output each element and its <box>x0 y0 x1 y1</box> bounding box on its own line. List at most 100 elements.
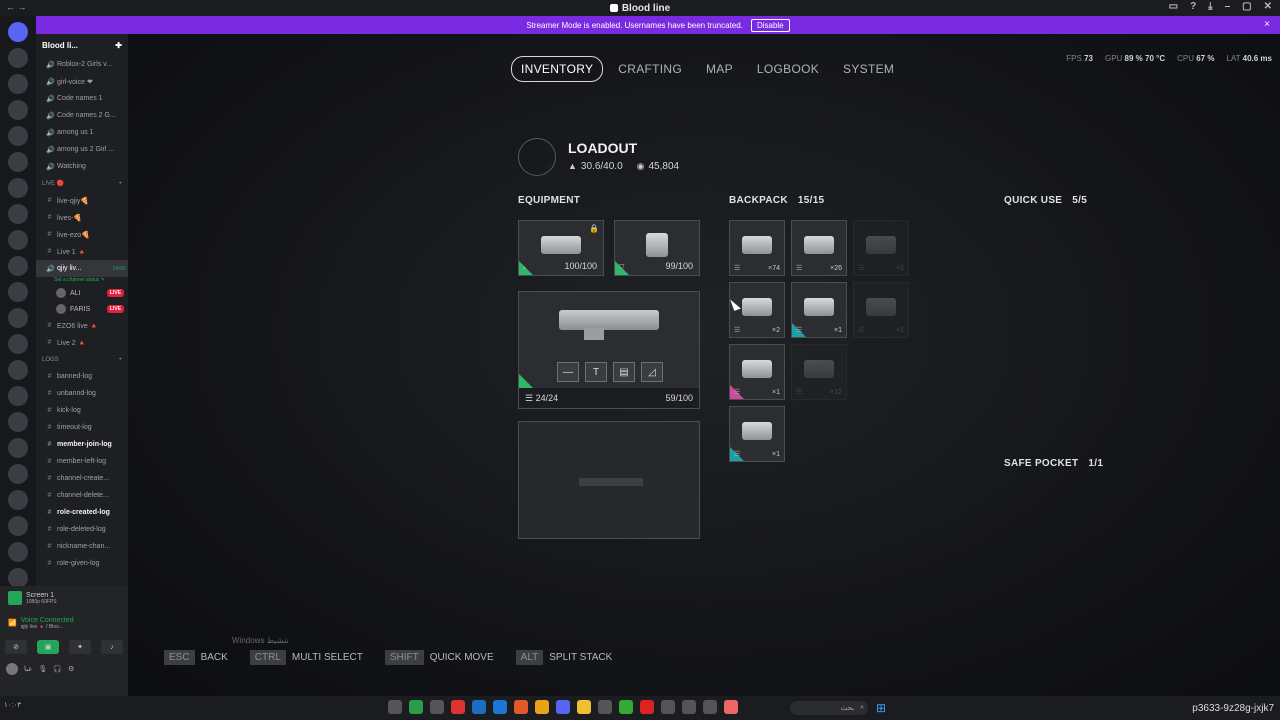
shield-slot[interactable]: 🔒 ◐ 100/100 <box>518 220 604 276</box>
server-icon[interactable] <box>8 126 28 146</box>
text-channel[interactable]: # Live 1 🔺 <box>36 243 128 260</box>
app-icon[interactable] <box>682 700 696 714</box>
backpack-slot[interactable]: ☰ ×12 <box>791 344 847 400</box>
activities-icon[interactable]: ✦ <box>69 640 91 654</box>
augment-slot[interactable]: ⛉ 99/100 <box>614 220 700 276</box>
app-icon[interactable] <box>430 700 444 714</box>
voice-channel[interactable]: 🔊 Roblox-2 Girls v... <box>36 56 128 73</box>
channel-status[interactable]: Set a channel status ✎ <box>36 277 128 285</box>
text-channel[interactable]: # channel-create... <box>36 470 128 487</box>
download-icon[interactable]: ⤓ <box>1208 1 1212 12</box>
weapon-slot[interactable]: — T ▤ ◿ ☰ 24/24 59/100 <box>518 291 700 409</box>
tab-inventory[interactable]: INVENTORY <box>511 56 604 82</box>
voice-channel[interactable]: 🔊 Watching <box>36 158 128 175</box>
server-icon[interactable] <box>8 542 28 562</box>
underbarrel-attachment-slot[interactable]: T <box>585 362 607 382</box>
muzzle-attachment-slot[interactable]: — <box>557 362 579 382</box>
minimize-button[interactable]: – <box>1225 1 1231 12</box>
app-icon[interactable] <box>556 700 570 714</box>
text-channel[interactable]: # unbannd-log <box>36 385 128 402</box>
server-icon[interactable] <box>8 282 28 302</box>
server-icon[interactable] <box>8 516 28 536</box>
tab-logbook[interactable]: LOGBOOK <box>748 57 828 81</box>
server-icon[interactable] <box>8 334 28 354</box>
app-icon[interactable] <box>514 700 528 714</box>
voice-status[interactable]: 📶 Voice Connected qjiy live 🔺 / Bloo... <box>0 610 128 636</box>
text-channel[interactable]: # nickname-chan... <box>36 538 128 555</box>
voice-channel[interactable]: 🔊 girl-voice ❤ <box>36 73 128 90</box>
stock-attachment-slot[interactable]: ◿ <box>641 362 663 382</box>
loadout-portrait[interactable] <box>518 138 556 176</box>
avatar[interactable] <box>6 663 18 675</box>
text-channel[interactable]: # member-join-log <box>36 436 128 453</box>
server-icon[interactable] <box>8 204 28 224</box>
voice-channel[interactable]: 🔊 among us 1 <box>36 124 128 141</box>
text-channel[interactable]: # role-created-log <box>36 504 128 521</box>
inbox-icon[interactable]: ▭ <box>1169 1 1178 12</box>
category-live[interactable]: LIVE 🔴 + <box>36 175 128 192</box>
server-icon[interactable] <box>8 360 28 380</box>
invite-icon[interactable]: ✚ <box>115 41 122 50</box>
server-icon[interactable] <box>8 568 28 588</box>
soundboard-icon[interactable]: ♪ <box>101 640 123 654</box>
server-icon[interactable] <box>8 438 28 458</box>
text-channel[interactable]: # kick-log <box>36 402 128 419</box>
app-icon[interactable] <box>451 700 465 714</box>
close-window-button[interactable]: ✕ <box>1264 1 1272 12</box>
secondary-weapon-slot[interactable] <box>518 421 700 539</box>
app-icon[interactable] <box>724 700 738 714</box>
server-header[interactable]: Blood li... ✚ <box>36 34 128 56</box>
backpack-slot[interactable]: ☰ ×1 <box>853 220 909 276</box>
backpack-slot[interactable]: ☰ ×2 <box>729 282 785 338</box>
category-logs[interactable]: LOGS + <box>36 351 128 368</box>
app-icon[interactable] <box>640 700 654 714</box>
text-channel[interactable]: # live-ezo🍕 <box>36 226 128 243</box>
server-icon[interactable] <box>8 100 28 120</box>
text-channel[interactable]: # banned-log <box>36 368 128 385</box>
text-channel[interactable]: # EZO6 live 🔺 <box>36 317 128 334</box>
server-icon[interactable] <box>8 412 28 432</box>
voice-user[interactable]: FARIS LIVE <box>36 301 128 317</box>
mic-icon[interactable]: 🎙 <box>38 665 47 673</box>
tab-crafting[interactable]: CRAFTING <box>609 57 691 81</box>
text-channel[interactable]: # lives-🍕 <box>36 209 128 226</box>
app-icon[interactable] <box>577 700 591 714</box>
maximize-button[interactable]: ▢ <box>1242 1 1251 12</box>
backpack-slot[interactable]: ☰ ×1 <box>853 282 909 338</box>
server-icon[interactable] <box>8 490 28 510</box>
banner-close-icon[interactable]: × <box>1264 19 1270 30</box>
backpack-slot[interactable]: ☰ ×1 <box>729 344 785 400</box>
server-icon[interactable] <box>8 308 28 328</box>
app-icon[interactable] <box>598 700 612 714</box>
discord-home-icon[interactable] <box>8 22 28 42</box>
text-channel[interactable]: # role-deleted-log <box>36 521 128 538</box>
disable-streamer-button[interactable]: Disable <box>750 18 790 32</box>
backpack-slot[interactable]: ☰ ×1 <box>791 282 847 338</box>
add-channel-icon[interactable]: + <box>118 357 122 363</box>
windows-start-icon[interactable]: ⊞ <box>876 701 886 715</box>
voice-channel[interactable]: 🔊 Code names 1 <box>36 90 128 107</box>
voice-user[interactable]: ALI LIVE <box>36 285 128 301</box>
voice-channel[interactable]: 🔊 Code names 2 G... <box>36 107 128 124</box>
text-channel[interactable]: # live-qjiy🍕 <box>36 192 128 209</box>
app-icon[interactable] <box>472 700 486 714</box>
add-channel-icon[interactable]: + <box>118 181 122 187</box>
headphones-icon[interactable]: 🎧 <box>53 665 62 673</box>
server-icon[interactable] <box>8 464 28 484</box>
voice-channel[interactable]: 🔊 among us 2 Girl ... <box>36 141 128 158</box>
server-icon[interactable] <box>8 386 28 406</box>
text-channel[interactable]: # channel-delete... <box>36 487 128 504</box>
app-icon[interactable] <box>661 700 675 714</box>
app-icon[interactable] <box>493 700 507 714</box>
app-icon[interactable] <box>535 700 549 714</box>
server-icon[interactable] <box>8 230 28 250</box>
server-icon[interactable] <box>8 152 28 172</box>
text-channel[interactable]: # timeout-log <box>36 419 128 436</box>
app-icon[interactable] <box>409 700 423 714</box>
text-channel[interactable]: # Live 2 🔺 <box>36 334 128 351</box>
app-icon[interactable] <box>703 700 717 714</box>
backpack-slot[interactable]: ☰ ×26 <box>791 220 847 276</box>
active-voice-channel[interactable]: 🔊 qjiy liv... 14:08 <box>36 260 128 277</box>
settings-gear-icon[interactable]: ⚙ <box>68 665 74 673</box>
server-icon[interactable] <box>8 74 28 94</box>
